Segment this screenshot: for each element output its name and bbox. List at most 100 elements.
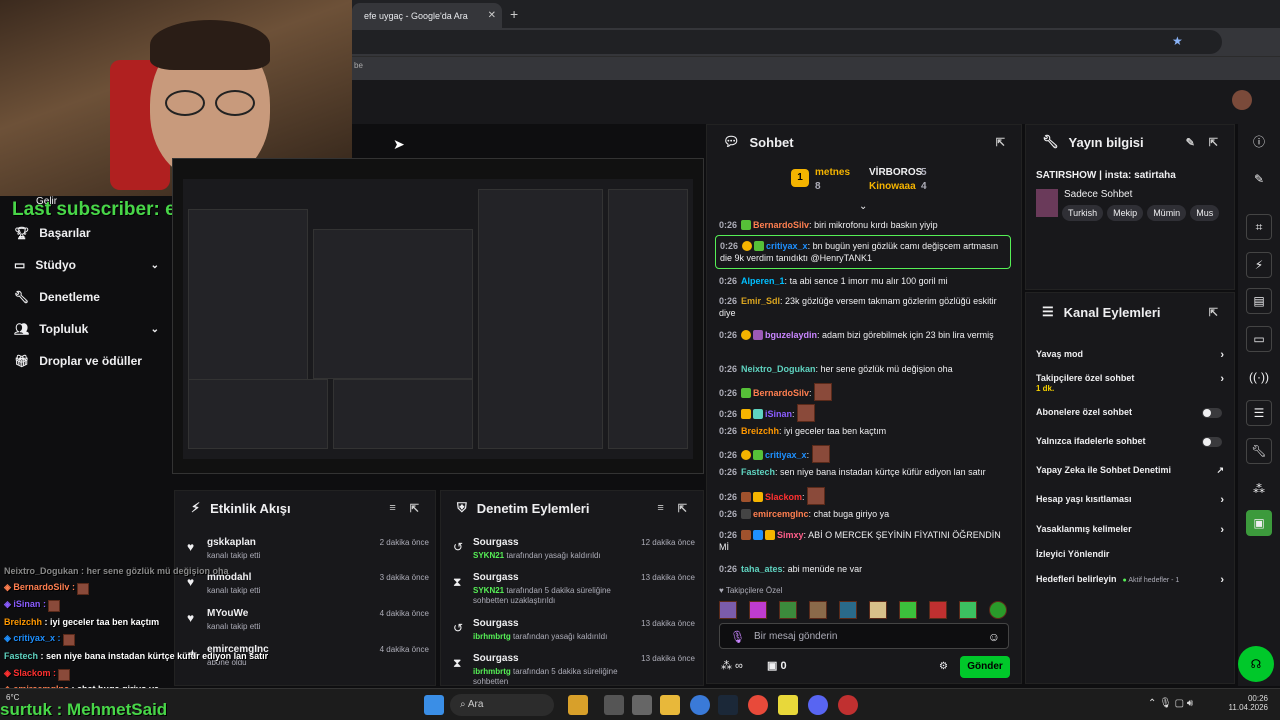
- tag[interactable]: Mekip: [1107, 205, 1144, 221]
- wrench-icon[interactable]: 🔧︎: [1246, 438, 1272, 464]
- taskbar-search[interactable]: ⌕ Ara: [450, 694, 554, 716]
- category-box-art[interactable]: [1036, 189, 1058, 217]
- settings-gear-icon[interactable]: ⚙: [939, 661, 948, 672]
- extension-icon[interactable]: ▣: [1246, 510, 1272, 536]
- msg-user[interactable]: critiyax_x: [765, 450, 807, 460]
- sticky-notes-icon[interactable]: [778, 695, 798, 715]
- tag[interactable]: Turkish: [1062, 205, 1104, 221]
- steam-icon[interactable]: [718, 695, 738, 715]
- headset-icon[interactable]: ☊: [1238, 646, 1274, 682]
- emote-bar[interactable]: [719, 601, 1009, 619]
- msg-user[interactable]: BernardoSilv: [753, 220, 809, 230]
- edit-pencil-icon[interactable]: ✎: [1186, 136, 1195, 149]
- app-icon[interactable]: [838, 695, 858, 715]
- emote-image[interactable]: [839, 601, 857, 619]
- toggle-switch[interactable]: [1202, 408, 1222, 418]
- nav-item-achievements[interactable]: 🏆︎ Başarılar: [14, 226, 159, 240]
- mic-icon[interactable]: 🎙︎: [730, 630, 745, 644]
- popout-icon[interactable]: ⇱: [1209, 306, 1218, 319]
- msg-user[interactable]: BernardoSilv: [753, 388, 809, 398]
- chat-message[interactable]: 0:26 bguzelaydin: adam bizi görebilmek iç…: [719, 329, 1009, 341]
- chat-message[interactable]: 0:26 Alperen_1: ta abi sence 1 imorr mu a…: [719, 275, 1009, 287]
- bolt-icon[interactable]: ⚡︎: [1246, 252, 1272, 278]
- emote-image[interactable]: [809, 601, 827, 619]
- msg-user[interactable]: critiyax_x: [766, 241, 808, 251]
- msg-user[interactable]: Slackom: [765, 492, 802, 502]
- action-banned-words[interactable]: Yasaklanmış kelimeler ›: [1036, 524, 1224, 536]
- chat-message[interactable]: 0:26 taha_ates: abi menüde ne var: [719, 563, 1009, 575]
- emote-image[interactable]: [749, 601, 767, 619]
- emote-image[interactable]: [989, 601, 1007, 619]
- stack-icon[interactable]: ☰: [1246, 400, 1272, 426]
- address-bar[interactable]: [352, 30, 1222, 54]
- info-icon[interactable]: ⓘ: [1246, 128, 1272, 154]
- action-account-age[interactable]: Hesap yaşı kısıtlaması ›: [1036, 494, 1224, 506]
- emoji-icon[interactable]: ☺: [988, 630, 1000, 644]
- chat-message[interactable]: 0:26 Breizchh: iyi geceler taa ben kaçtım: [719, 425, 1009, 437]
- nav-item-drops[interactable]: 🎁︎ Droplar ve ödüller: [14, 354, 159, 368]
- action-subs-only[interactable]: Abonelere özel sohbet: [1036, 407, 1224, 418]
- list-item[interactable]: ↺ Sourgass ibrhmbrtg tarafından yasağı kal…: [453, 618, 695, 652]
- app-icon[interactable]: [690, 695, 710, 715]
- chat-message[interactable]: 0:26 iSinan:: [719, 404, 1009, 422]
- popout-icon[interactable]: ⇱: [996, 136, 1005, 149]
- clock[interactable]: 00:26 11.04.2026: [1226, 694, 1268, 712]
- tag[interactable]: Mus: [1190, 205, 1220, 221]
- chat-message[interactable]: 0:26 Simxy: ABİ O MERCEK ŞEYİNİN FİYATINI…: [719, 529, 1009, 553]
- chat-input[interactable]: 🎙︎ Bir mesaj gönderin ☺: [719, 623, 1009, 649]
- emote-image[interactable]: [929, 601, 947, 619]
- action-ai-moderation[interactable]: Yapay Zeka ile Sohbet Denetimi ↗: [1036, 465, 1224, 475]
- calculator-icon[interactable]: [632, 695, 652, 715]
- dots-icon[interactable]: ⁂: [1246, 476, 1272, 502]
- chat-bubble-icon[interactable]: ▭: [1246, 326, 1272, 352]
- msg-user[interactable]: taha_ates: [741, 564, 783, 574]
- clip-icon[interactable]: ⌗: [1246, 214, 1272, 240]
- msg-user[interactable]: Fastech: [741, 467, 775, 477]
- discord-icon[interactable]: [808, 695, 828, 715]
- chat-message[interactable]: 0:26 Neixtro_Dogukan: her sene gözlük mü …: [719, 363, 1009, 375]
- emote-image[interactable]: [959, 601, 977, 619]
- bookmark-item[interactable]: be: [354, 61, 363, 70]
- chat-message[interactable]: 0:26 BernardoSilv:: [719, 383, 1009, 401]
- pencil-icon[interactable]: ✎: [1246, 166, 1272, 192]
- msg-user[interactable]: Neixtro_Dogukan: [741, 364, 816, 374]
- stream-preview[interactable]: [172, 158, 704, 474]
- send-button[interactable]: Gönder: [960, 656, 1010, 678]
- msg-user[interactable]: bguzelaydin: [765, 330, 817, 340]
- list-item[interactable]: ⧗ Sourgass ibrhmbrtg tarafından 5 dakika s…: [453, 653, 695, 687]
- filter-icon[interactable]: ≡: [389, 502, 395, 515]
- chat-message[interactable]: 0:26 Fastech: sen niye bana instadan kürt…: [719, 466, 1009, 478]
- browser-tab[interactable]: efe uygaç - Google'da Ara ✕: [352, 3, 502, 28]
- emote-image[interactable]: [869, 601, 887, 619]
- action-goals[interactable]: Hedefleri belirleyin ● Aktif hedefler - 1…: [1036, 574, 1224, 586]
- leaderboard[interactable]: 1 metnes 8 VİRBOROS 5 Kinowaaa 4: [791, 165, 971, 197]
- avatar[interactable]: [1232, 90, 1252, 110]
- points-counter[interactable]: ▣ 0: [767, 659, 787, 672]
- start-icon[interactable]: [424, 695, 444, 715]
- nav-item-studio[interactable]: ▭ Stüdyo ⌄: [14, 258, 159, 272]
- channel-points-icon[interactable]: ⁂ ∞: [721, 659, 743, 672]
- msg-user[interactable]: Simxy: [777, 530, 804, 540]
- app-icon[interactable]: [568, 695, 588, 715]
- emote-image[interactable]: [719, 601, 737, 619]
- file-explorer-icon[interactable]: [660, 695, 680, 715]
- chrome-icon[interactable]: [748, 695, 768, 715]
- toggle-switch[interactable]: [1202, 437, 1222, 447]
- popout-icon[interactable]: ⇱: [678, 502, 687, 515]
- nav-item-community[interactable]: 👥︎ Topluluk ⌄: [14, 322, 159, 336]
- action-raid[interactable]: İzleyici Yönlendir: [1036, 549, 1224, 559]
- category-name[interactable]: Sadece Sohbet: [1064, 189, 1132, 200]
- new-tab-button[interactable]: +: [510, 6, 518, 22]
- emote-image[interactable]: [899, 601, 917, 619]
- chat-message-highlighted[interactable]: 0:26 critiyax_x: bn bugün yeni gözlük cam…: [715, 235, 1011, 269]
- document-icon[interactable]: ▤: [1246, 288, 1272, 314]
- action-slow-mode[interactable]: Yavaş mod ›: [1036, 349, 1224, 361]
- tray-icons[interactable]: ⌃ 🎙︎ ▢ 🔊︎: [1148, 698, 1193, 709]
- chat-message[interactable]: 0:26 emircemgInc: chat buga giriyo ya: [719, 508, 1009, 520]
- filter-icon[interactable]: ≡: [657, 502, 663, 515]
- msg-user[interactable]: emircemgInc: [753, 509, 809, 519]
- chat-message[interactable]: 0:26 BernardoSilv: biri mikrofonu kırdı b…: [719, 219, 1009, 231]
- nav-item-moderation[interactable]: 🔧︎ Denetleme: [14, 290, 159, 304]
- msg-user[interactable]: iSinan: [765, 409, 792, 419]
- action-emote-only[interactable]: Yalnızca ifadelerle sohbet: [1036, 436, 1224, 447]
